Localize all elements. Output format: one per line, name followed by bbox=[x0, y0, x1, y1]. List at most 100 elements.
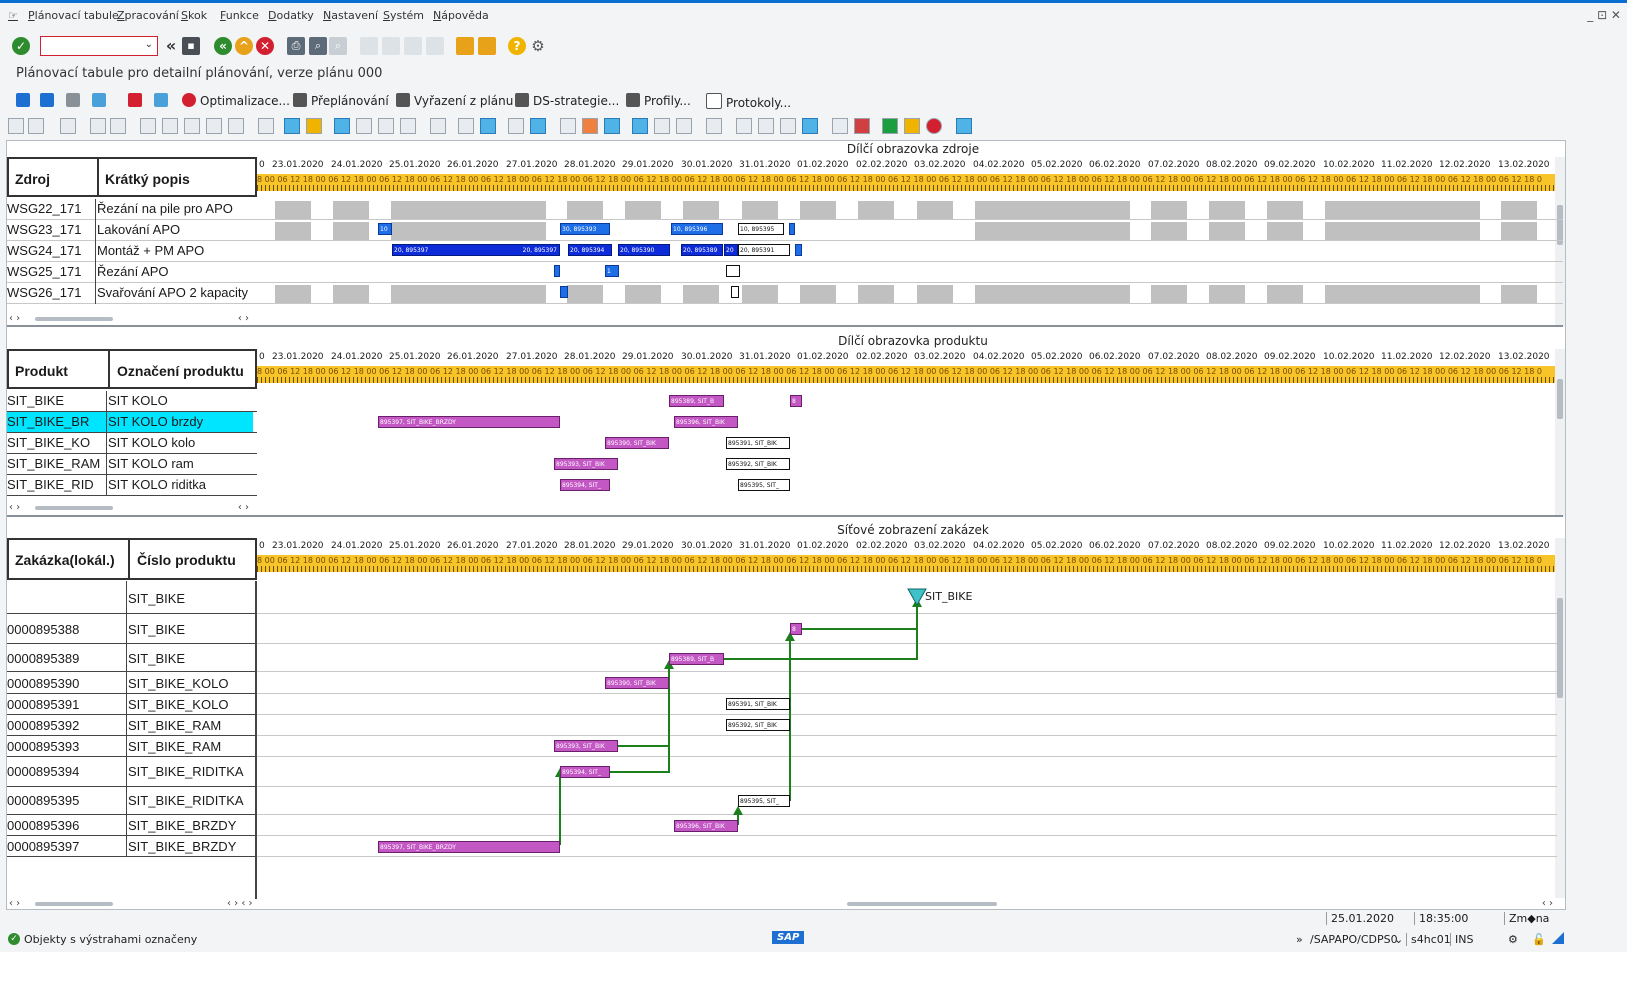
warning-icon[interactable] bbox=[904, 118, 920, 134]
product-row-selected[interactable]: SIT_BIKE_BR SIT KOLO brzdy bbox=[7, 412, 253, 433]
orders-horizontal-scrollbar[interactable]: ‹ › ‹ › ‹ › bbox=[7, 898, 277, 910]
operation-bar[interactable] bbox=[726, 265, 740, 277]
ds-strategy-button[interactable]: DS-strategie... bbox=[515, 93, 619, 108]
help-icon[interactable]: ? bbox=[508, 37, 526, 55]
paste-icon[interactable] bbox=[480, 118, 496, 134]
operation-bar[interactable]: 30, 895393 bbox=[560, 223, 610, 235]
menu-goto[interactable]: Skok bbox=[181, 9, 207, 22]
undo-icon[interactable] bbox=[40, 93, 58, 108]
first-page-icon[interactable] bbox=[360, 37, 378, 55]
grid-icon[interactable] bbox=[258, 118, 274, 134]
operation-bar[interactable]: 20, 895389 bbox=[681, 244, 723, 256]
list-icon[interactable] bbox=[736, 118, 752, 134]
operation-bar[interactable]: 20, 895397 20, 895397 bbox=[392, 244, 560, 256]
tools-icon[interactable] bbox=[154, 93, 172, 108]
settings-icon[interactable] bbox=[956, 118, 972, 134]
details-icon[interactable] bbox=[90, 118, 106, 134]
operation-bar[interactable]: 10 bbox=[378, 223, 392, 235]
operation-bar[interactable] bbox=[560, 286, 568, 298]
alert-icon[interactable] bbox=[128, 93, 146, 108]
next-page-icon[interactable] bbox=[404, 37, 422, 55]
command-field[interactable]: ⌄ bbox=[40, 36, 158, 56]
order-bar[interactable]: 895392, SIT_BIK bbox=[726, 458, 790, 470]
input-mode[interactable]: INS bbox=[1450, 933, 1473, 946]
order-bar[interactable]: 895389, SIT_B bbox=[669, 395, 724, 407]
operation-bar[interactable] bbox=[795, 244, 802, 256]
gear-icon[interactable]: ⚙ bbox=[529, 37, 547, 55]
order-bar[interactable]: 895390, SIT_BIK bbox=[605, 677, 669, 689]
menu-system[interactable]: Systém bbox=[383, 9, 424, 22]
move-icon[interactable] bbox=[92, 93, 110, 108]
zoom-in-icon[interactable] bbox=[8, 118, 24, 134]
arrow-right-icon[interactable] bbox=[306, 118, 322, 134]
resources-horizontal-scrollbar[interactable]: ‹ › ‹ › bbox=[7, 313, 255, 325]
remove-from-plan-button[interactable]: Vyřazení z plánu bbox=[396, 93, 513, 108]
order-bar[interactable]: 895394, SIT_ bbox=[560, 766, 610, 778]
menu-icon[interactable]: ☞ bbox=[8, 9, 18, 22]
network-icon[interactable] bbox=[632, 118, 648, 134]
filter-icon[interactable] bbox=[162, 118, 178, 134]
order-bar[interactable]: 8 bbox=[790, 623, 802, 635]
back-double-icon[interactable]: « bbox=[162, 37, 180, 55]
last-page-icon[interactable] bbox=[426, 37, 444, 55]
green-square-icon[interactable] bbox=[882, 118, 898, 134]
sort-icon[interactable] bbox=[140, 118, 156, 134]
logs-button[interactable]: Protokoly... bbox=[706, 93, 791, 110]
network-3-icon[interactable] bbox=[676, 118, 692, 134]
operation-bar[interactable]: 1 bbox=[605, 265, 619, 277]
chart-2-icon[interactable] bbox=[378, 118, 394, 134]
prev-page-icon[interactable] bbox=[382, 37, 400, 55]
find-next-icon[interactable]: ⌕ bbox=[329, 37, 347, 55]
link-3-icon[interactable] bbox=[802, 118, 818, 134]
zoom-out-icon[interactable] bbox=[28, 118, 44, 134]
resize-icon[interactable] bbox=[1552, 932, 1564, 944]
shortcut-icon[interactable] bbox=[478, 37, 496, 55]
bracket-2-icon[interactable] bbox=[530, 118, 546, 134]
order-bar[interactable]: 895397, SIT_BIKE_BRZDY bbox=[378, 841, 560, 853]
table-icon[interactable] bbox=[60, 118, 76, 134]
operation-bar[interactable]: 20, 895394 bbox=[568, 244, 612, 256]
cancel-icon[interactable]: ✕ bbox=[256, 37, 274, 55]
operation-bar[interactable]: 20, 895391 bbox=[738, 244, 790, 256]
print-icon[interactable]: ⎙ bbox=[287, 37, 305, 55]
bracket-icon[interactable] bbox=[508, 118, 524, 134]
order-bar[interactable]: 895392, SIT_BIK bbox=[726, 719, 790, 731]
operation-bar[interactable] bbox=[554, 265, 560, 277]
chart-icon[interactable] bbox=[356, 118, 372, 134]
error-icon[interactable] bbox=[926, 118, 942, 134]
order-bar[interactable]: 895396, SIT_BIK bbox=[674, 820, 738, 832]
chart-horizontal-scrollbar[interactable]: ‹ › bbox=[847, 898, 1557, 910]
chevron-down-icon[interactable]: ⌄ bbox=[1394, 933, 1403, 946]
order-bar[interactable]: 895390, SIT_BIK bbox=[605, 437, 669, 449]
layout-icon[interactable] bbox=[66, 93, 84, 108]
command-input[interactable] bbox=[43, 39, 137, 53]
order-bar[interactable]: 895393, SIT_BIK bbox=[554, 458, 618, 470]
order-bar[interactable]: 895397, SIT_BIKE_BRZDY bbox=[378, 416, 560, 428]
replan-button[interactable]: Přeplánování bbox=[293, 93, 389, 108]
operation-bar[interactable] bbox=[731, 286, 739, 298]
enter-icon[interactable]: ✓ bbox=[12, 37, 30, 55]
menu-processing[interactable]: Zpracování bbox=[117, 9, 179, 22]
arrow-left-icon[interactable] bbox=[284, 118, 300, 134]
mark-2-icon[interactable] bbox=[604, 118, 620, 134]
operation-bar[interactable]: 10, 895396 bbox=[671, 223, 723, 235]
menu-settings[interactable]: Nastavení bbox=[323, 9, 378, 22]
order-bar[interactable]: 895393, SIT_BIK bbox=[554, 740, 618, 752]
system-info[interactable]: /SAPAPO/CDPS0 bbox=[1310, 933, 1398, 946]
mark-icon[interactable] bbox=[582, 118, 598, 134]
link-2-icon[interactable] bbox=[780, 118, 796, 134]
order-bar[interactable]: 895389, SIT_B bbox=[669, 653, 724, 665]
chart-3-icon[interactable] bbox=[400, 118, 416, 134]
window-controls[interactable]: _ ⊡ ✕ bbox=[1587, 8, 1621, 22]
expand-icon[interactable]: » bbox=[1296, 933, 1303, 946]
order-bar[interactable]: 895395, SIT_ bbox=[738, 795, 790, 807]
menu-extras[interactable]: Dodatky bbox=[268, 9, 314, 22]
operation-bar[interactable]: 20, 895390 bbox=[618, 244, 670, 256]
settings-icon[interactable]: ⚙ bbox=[1508, 933, 1518, 946]
order-bar[interactable]: 895391, SIT_BIK bbox=[726, 437, 790, 449]
find-icon[interactable]: ⌕ bbox=[309, 37, 327, 55]
copy-icon[interactable] bbox=[458, 118, 474, 134]
profiles-button[interactable]: Profily... bbox=[626, 93, 691, 108]
products-horizontal-scrollbar[interactable]: ‹ › ‹ › bbox=[7, 502, 255, 514]
lock-icon[interactable]: 🔓 bbox=[1532, 933, 1546, 946]
